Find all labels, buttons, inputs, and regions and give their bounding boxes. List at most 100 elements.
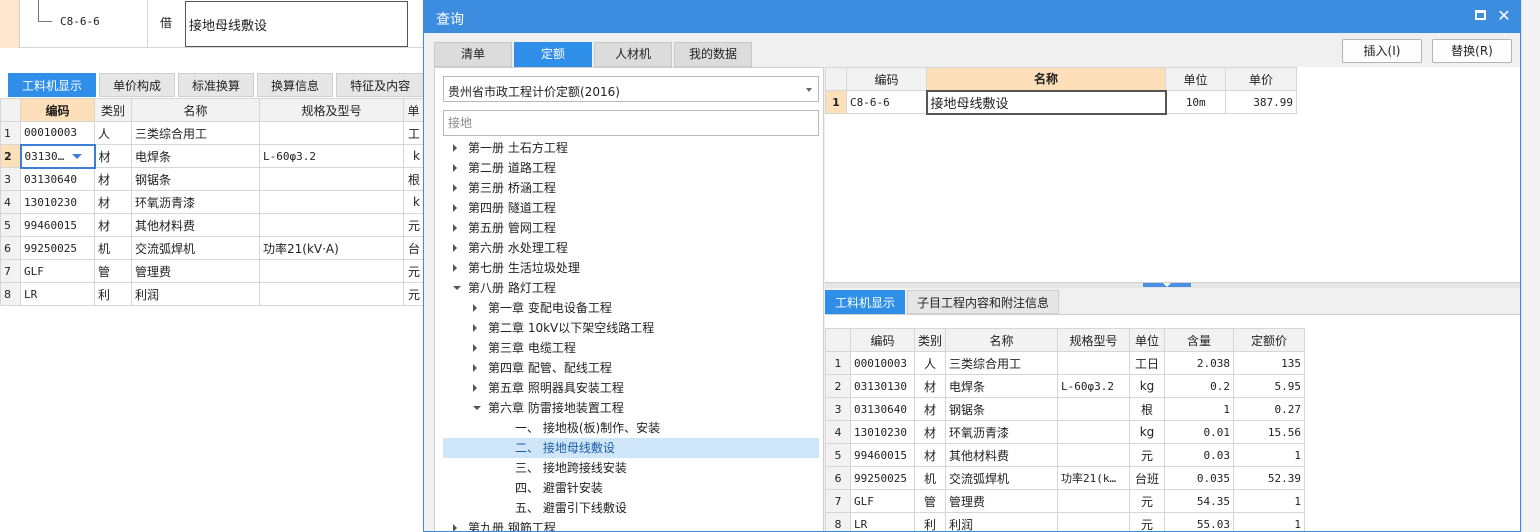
tree-node[interactable]: 第三章 电缆工程 bbox=[443, 338, 819, 358]
tab-quota[interactable]: 定额 bbox=[514, 42, 592, 67]
table-row[interactable]: 6 99250025 机 交流弧焊机 功率21(kV·A) 台 bbox=[0, 236, 424, 260]
bg-col-spec[interactable]: 规格及型号 bbox=[259, 98, 404, 122]
collapsed-arrow-icon[interactable] bbox=[453, 244, 457, 252]
result-name-cell[interactable]: 接地母线敷设 bbox=[925, 89, 1167, 115]
search-input[interactable] bbox=[443, 110, 819, 136]
tree-node[interactable]: 第四册 隧道工程 bbox=[443, 198, 819, 218]
detail-cell-name: 管理费 bbox=[945, 489, 1059, 513]
table-row[interactable]: 8 LR 利 利润 元 bbox=[0, 282, 424, 306]
results-col-price[interactable]: 单价 bbox=[1225, 67, 1297, 91]
detail-cell-code: 13010230 bbox=[850, 420, 915, 444]
table-row[interactable]: 1 C8-6-6 接地母线敷设 10m 387.99 bbox=[825, 89, 1297, 115]
detail-cell-spec: 功率21(k… bbox=[1057, 466, 1131, 490]
results-col-code[interactable]: 编码 bbox=[846, 67, 927, 91]
bg-col-type[interactable]: 类别 bbox=[94, 98, 132, 122]
table-row[interactable]: 2 03130130 材电焊条 L-60φ3.2 kg 0.2 5.95 bbox=[825, 374, 1306, 398]
quota-book-select[interactable]: 贵州省市政工程计价定额(2016) bbox=[443, 76, 819, 102]
tab-bill[interactable]: 清单 bbox=[434, 42, 512, 67]
splitter-grip[interactable] bbox=[1143, 283, 1191, 287]
table-row[interactable]: 3 03130640 材 钢锯条 根 bbox=[0, 167, 424, 191]
collapsed-arrow-icon[interactable] bbox=[453, 144, 457, 152]
table-row[interactable]: 2 03130… 材 电焊条 L-60φ3.2 k bbox=[0, 143, 424, 169]
collapsed-arrow-icon[interactable] bbox=[453, 184, 457, 192]
table-row[interactable]: 4 13010230 材环氧沥青漆 kg 0.01 15.56 bbox=[825, 420, 1306, 444]
tree-node[interactable]: 第四章 配管、配线工程 bbox=[443, 358, 819, 378]
detail-col-name[interactable]: 名称 bbox=[945, 328, 1059, 352]
table-row[interactable]: 8 LR 利利润 元 55.03 1 bbox=[825, 512, 1306, 531]
detail-col-type[interactable]: 类别 bbox=[913, 328, 947, 352]
tree-node[interactable]: 第八册 路灯工程 bbox=[443, 278, 819, 298]
collapsed-arrow-icon[interactable] bbox=[473, 324, 477, 332]
pane-splitter[interactable] bbox=[825, 283, 1520, 288]
bg-col-code[interactable]: 编码 bbox=[20, 98, 95, 122]
tab-detail-labor-material[interactable]: 工料机显示 bbox=[825, 290, 906, 314]
chevron-down-icon[interactable] bbox=[806, 88, 812, 92]
expanded-arrow-icon[interactable] bbox=[473, 406, 481, 410]
tree-node[interactable]: 第三册 桥涵工程 bbox=[443, 178, 819, 198]
collapsed-arrow-icon[interactable] bbox=[453, 204, 457, 212]
code-dropdown-cell[interactable]: 03130… bbox=[19, 143, 96, 169]
collapsed-arrow-icon[interactable] bbox=[453, 164, 457, 172]
tree-node[interactable]: 一、 接地极(板)制作、安装 bbox=[443, 418, 819, 438]
tree-node[interactable]: 第一章 变配电设备工程 bbox=[443, 298, 819, 318]
detail-col-price[interactable]: 定额价 bbox=[1233, 328, 1306, 352]
table-row[interactable]: 3 03130640 材钢锯条 根 1 0.27 bbox=[825, 397, 1306, 421]
tree-node[interactable]: 五、 避雷引下线敷设 bbox=[443, 498, 819, 518]
bg-col-unit[interactable]: 单 bbox=[403, 98, 424, 122]
maximize-icon[interactable] bbox=[1475, 10, 1486, 20]
tree-node[interactable]: 第一册 土石方工程 bbox=[443, 138, 819, 158]
tree-node[interactable]: 第九册 钢筋工程 bbox=[443, 518, 819, 531]
top-row-name-cell[interactable]: 接地母线敷设 bbox=[185, 1, 408, 47]
collapsed-arrow-icon[interactable] bbox=[453, 524, 457, 531]
dialog-title-bar[interactable]: 查询 ✕ bbox=[424, 1, 1520, 33]
tree-node[interactable]: 第六章 防雷接地装置工程 bbox=[443, 398, 819, 418]
bg-tab-features[interactable]: 特征及内容 bbox=[336, 73, 425, 97]
table-row[interactable]: 5 99460015 材其他材料费 元 0.03 1 bbox=[825, 443, 1306, 467]
bg-tab-conversion-info[interactable]: 换算信息 bbox=[257, 73, 334, 97]
tree-node[interactable]: 第五章 照明器具安装工程 bbox=[443, 378, 819, 398]
detail-cell-spec bbox=[1057, 397, 1131, 421]
bg-tab-labor-material[interactable]: 工料机显示 bbox=[8, 73, 97, 97]
tree-node[interactable]: 第六册 水处理工程 bbox=[443, 238, 819, 258]
bg-tab-standard-conversion[interactable]: 标准换算 bbox=[178, 73, 255, 97]
collapsed-arrow-icon[interactable] bbox=[453, 224, 457, 232]
tab-detail-work-content[interactable]: 子目工程内容和附注信息 bbox=[907, 290, 1060, 314]
table-row[interactable]: 4 13010230 材 环氧沥青漆 k bbox=[0, 190, 424, 214]
tree-node[interactable]: 二、 接地母线敷设 bbox=[443, 438, 819, 458]
collapsed-arrow-icon[interactable] bbox=[473, 364, 477, 372]
tab-my-data[interactable]: 我的数据 bbox=[674, 42, 752, 67]
detail-col-qty[interactable]: 含量 bbox=[1164, 328, 1235, 352]
table-row[interactable]: 7 GLF 管管理费 元 54.35 1 bbox=[825, 489, 1306, 513]
chevron-down-icon[interactable] bbox=[72, 154, 83, 159]
table-row[interactable]: 1 00010003 人三类综合用工 工日 2.038 135 bbox=[825, 351, 1306, 375]
table-row[interactable]: 1 00010003 人 三类综合用工 工 bbox=[0, 121, 424, 145]
replace-button[interactable]: 替换(R) bbox=[1432, 39, 1512, 63]
tree-node[interactable]: 第五册 管网工程 bbox=[443, 218, 819, 238]
expanded-arrow-icon[interactable] bbox=[453, 286, 461, 290]
detail-cell-qty: 0.035 bbox=[1164, 466, 1235, 490]
detail-col-code[interactable]: 编码 bbox=[850, 328, 915, 352]
insert-button[interactable]: 插入(I) bbox=[1342, 39, 1422, 63]
close-icon[interactable]: ✕ bbox=[1495, 6, 1513, 26]
collapsed-arrow-icon[interactable] bbox=[473, 304, 477, 312]
results-col-name[interactable]: 名称 bbox=[926, 67, 1166, 91]
bg-col-name[interactable]: 名称 bbox=[131, 98, 260, 122]
tree-node[interactable]: 三、 接地跨接线安装 bbox=[443, 458, 819, 478]
tree-node[interactable]: 四、 避雷针安装 bbox=[443, 478, 819, 498]
collapsed-arrow-icon[interactable] bbox=[453, 264, 457, 272]
table-row[interactable]: 6 99250025 机交流弧焊机 功率21(k… 台班 0.035 52.39 bbox=[825, 466, 1306, 490]
detail-col-unit[interactable]: 单位 bbox=[1129, 328, 1166, 352]
detail-cell-type: 管 bbox=[913, 489, 947, 513]
tab-labor-material-machine[interactable]: 人材机 bbox=[594, 42, 672, 67]
tree-node[interactable]: 第二章 10kV以下架空线路工程 bbox=[443, 318, 819, 338]
table-row[interactable]: 7 GLF 管 管理费 元 bbox=[0, 259, 424, 283]
collapsed-arrow-icon[interactable] bbox=[473, 384, 477, 392]
tree-node[interactable]: 第二册 道路工程 bbox=[443, 158, 819, 178]
tree-node[interactable]: 第七册 生活垃圾处理 bbox=[443, 258, 819, 278]
table-row[interactable]: 5 99460015 材 其他材料费 元 bbox=[0, 213, 424, 237]
collapsed-arrow-icon[interactable] bbox=[473, 344, 477, 352]
results-col-unit[interactable]: 单位 bbox=[1165, 67, 1226, 91]
detail-cell-qty: 0.2 bbox=[1164, 374, 1235, 398]
detail-col-spec[interactable]: 规格型号 bbox=[1057, 328, 1131, 352]
bg-tab-price-composition[interactable]: 单价构成 bbox=[99, 73, 176, 97]
